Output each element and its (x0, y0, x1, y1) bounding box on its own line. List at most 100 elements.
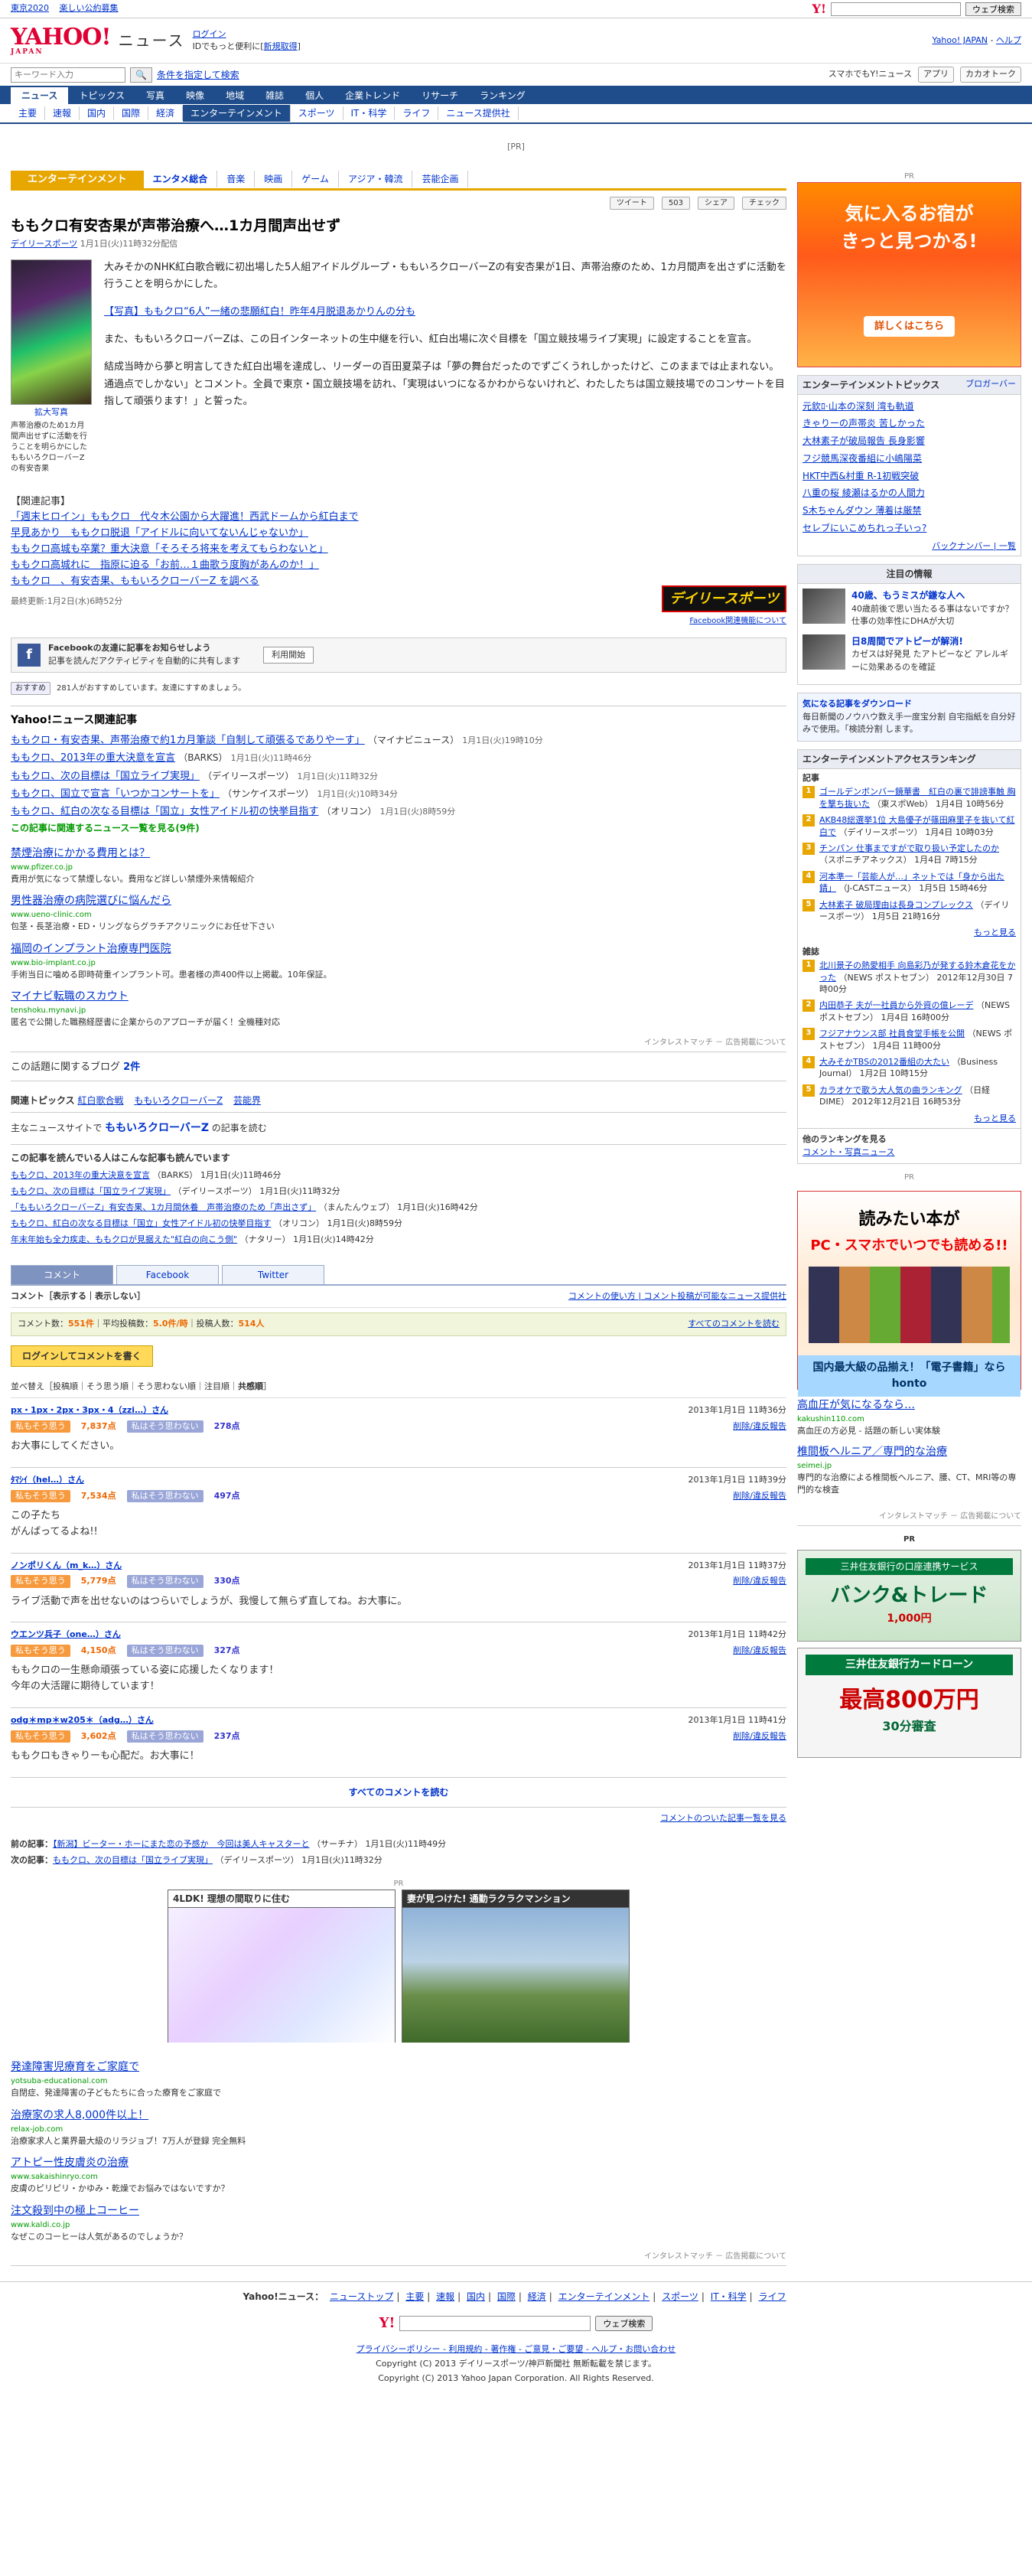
tab-geino[interactable]: 芸能企画 (412, 171, 469, 188)
related-link[interactable]: 「週末ヒロイン」ももクロ 代々木公園から大躍進！西武ドームから紅白まで (11, 510, 786, 526)
mixi-check-button[interactable]: チェック (742, 197, 786, 210)
topic-item[interactable]: フジ競馬深夜番組に小嶋陽菜 (802, 450, 1016, 468)
topic-link[interactable]: 芸能界 (233, 1095, 261, 1106)
featured-item[interactable]: 日8周間でアトピーが解消! カゼスは好発見 たアトピーなど アレルギーに効果あるの… (802, 634, 1016, 674)
report-link[interactable]: 削除/違反報告 (733, 1490, 786, 1503)
source-link[interactable]: デイリースポーツ (11, 239, 77, 249)
topic-item[interactable]: HKT中西&村重 R-1初戦突破 (802, 468, 1016, 485)
report-link[interactable]: 削除/違反報告 (733, 1730, 786, 1743)
footer-link[interactable]: 経済 (528, 2291, 546, 2302)
cat-international[interactable]: 国際 (114, 106, 149, 120)
tweet-button[interactable]: ツイート (609, 197, 654, 210)
related-link[interactable]: ももクロ高城も卒業？重大決意「そろそろ将来を考えてもらわないと」 (11, 542, 786, 558)
next-article-link[interactable]: ももクロ、次の目標は「国立ライブ実現」 (53, 1855, 213, 1865)
news-search-input[interactable] (11, 67, 125, 83)
kakaotalk-button[interactable]: カカオトーク (960, 67, 1021, 83)
daily-sports-logo[interactable]: デイリースポーツ (662, 585, 786, 612)
fb-start-button[interactable]: 利用開始 (263, 646, 314, 664)
topic-item[interactable]: 大林素子が破局報告 長身影響 (802, 432, 1016, 450)
signup-link[interactable]: 新規取得 (264, 41, 298, 51)
topic-link[interactable]: ももいろクローバーZ (134, 1095, 223, 1106)
blog-count-link[interactable]: 2件 (123, 1061, 140, 1073)
cat-domestic[interactable]: 国内 (80, 106, 115, 120)
mainsite-keyword-link[interactable]: ももいろクローバーZ (105, 1122, 209, 1134)
footer-link[interactable]: 国内 (467, 2291, 485, 2302)
tab-comments[interactable]: コメント (11, 1264, 113, 1284)
comment-author[interactable]: ﾀﾏｼｲ（hel…）さん (11, 1474, 84, 1487)
nav-topics[interactable]: トピックス (68, 87, 135, 104)
download-pr[interactable]: 気になる記事をダウンロード 毎日新聞のノウハウ数え手一度宝分割 自宅指紙を自分好み… (797, 693, 1021, 742)
agree-button[interactable]: 私もそう思う (11, 1644, 70, 1658)
report-link[interactable]: 削除/違反報告 (733, 1645, 786, 1658)
footer-search-button[interactable]: ウェブ検索 (595, 2315, 653, 2331)
bank-trade-ad[interactable]: 三井住友銀行の口座連携サービス バンク&トレード 1,000円 (797, 1549, 1021, 1642)
tab-game[interactable]: ゲーム (292, 171, 339, 188)
comment-author[interactable]: odg＊mp＊w205＊（adg…）さん (11, 1714, 154, 1727)
disagree-button[interactable]: 私はそう思わない (126, 1575, 203, 1588)
ranking-more-link[interactable]: もっと見る (974, 928, 1016, 937)
related-link[interactable]: ももクロ高城れに 指原に迫る「お前…１曲歌う度胸があんのか！」 (11, 558, 786, 574)
cat-entertainment[interactable]: エンターテインメント (183, 105, 291, 122)
yahoo-logo[interactable]: YAHOO! JAPAN (11, 25, 112, 56)
featured-item[interactable]: 40歳、もうミスが鎌な人へ 40歳前後で思い当たるる事はないですか？仕事の効率性に… (802, 589, 1016, 628)
nav-region[interactable]: 地域 (215, 87, 255, 104)
all-comments-button[interactable]: すべてのコメントを読む (11, 1778, 786, 1808)
prev-article-link[interactable]: 【新潟】ビーター・ホーにまた恋の予感か 今回は美人キャスターと (53, 1839, 310, 1849)
related-link[interactable]: 早見あかり ももクロ脱退「アイドルに向いてないんじゃないか」 (11, 526, 786, 542)
card-loan-ad[interactable]: 三井住友銀行カードローン 最高800万円 30分審査 (797, 1647, 1021, 1758)
cat-life[interactable]: ライフ (395, 106, 439, 120)
nav-magazine[interactable]: 雑誌 (255, 87, 295, 104)
footer-link[interactable]: IT・科学 (711, 2291, 747, 2302)
topic-item[interactable]: 八重の桜 綾瀬はるかの人間力 (802, 484, 1016, 502)
topic-item[interactable]: S木ちゃんダウン 薄着は厳禁 (802, 502, 1016, 520)
blogger-link[interactable]: ブロガーバー (965, 378, 1016, 392)
top-search-input[interactable] (831, 2, 961, 16)
yahoo-japan-link[interactable]: Yahoo! JAPAN (932, 35, 988, 45)
nav-photo[interactable]: 写真 (135, 87, 175, 104)
footer-link[interactable]: ニューストップ (330, 2291, 393, 2302)
nav-research[interactable]: リサーチ (411, 87, 469, 104)
topics-backnumber-link[interactable]: バックナンバー | 一覧 (932, 541, 1016, 551)
related-more-link[interactable]: この記事に関連するニュース一覧を見る(9件) (11, 821, 786, 835)
footer-link[interactable]: 国際 (497, 2291, 516, 2302)
comment-author[interactable]: ノンポリくん（m_k…）さん (11, 1560, 122, 1573)
cat-sports[interactable]: スポーツ (291, 106, 343, 120)
enlarge-photo-link[interactable]: 拡大写真 (11, 406, 92, 419)
topic-item[interactable]: セレブにいこめちれっ子いっ? (802, 520, 1016, 537)
sort-options[interactable]: 並べ替え［投稿順｜そう思う順｜そう思わない順｜注目順｜共感順］ (11, 1376, 786, 1399)
nav-video[interactable]: 映像 (175, 87, 215, 104)
footer-search-input[interactable] (399, 2315, 591, 2331)
top-link-tokyo2020[interactable]: 東京2020 (11, 3, 49, 13)
top-link-campaign[interactable]: 楽しい公約募集 (60, 3, 119, 13)
commented-articles-link[interactable]: コメントのついた記事一覧を見る (660, 1813, 786, 1823)
nav-ranking[interactable]: ランキング (469, 87, 536, 104)
advanced-search-link[interactable]: 条件を指定して検索 (157, 68, 239, 82)
footer-policy-links[interactable]: プライバシーポリシー - 利用規約 - 著作権 - ご意見・ご要望 - ヘルプ・… (356, 2344, 676, 2354)
footer-link[interactable]: 速報 (436, 2291, 454, 2302)
tab-general[interactable]: エンタメ総合 (144, 171, 218, 188)
login-link[interactable]: ログイン (193, 29, 226, 39)
nav-individual[interactable]: 個人 (295, 87, 334, 104)
facebook-info-link[interactable]: Facebook関連機能について (689, 617, 786, 625)
pr-banner-floorplan[interactable]: 4LDK! 理想の間取りに住む (168, 1890, 396, 2043)
footer-link[interactable]: ライフ (758, 2291, 786, 2302)
tab-facebook[interactable]: Facebook (116, 1264, 219, 1284)
topic-item[interactable]: 元欽ﾛ·山本の深刻 湾も軌道 (802, 398, 1016, 416)
comment-author[interactable]: ウエンツ兵子（one…）さん (11, 1629, 121, 1642)
top-search-button[interactable]: ウェブ検索 (965, 2, 1021, 16)
cat-main[interactable]: 主要 (11, 106, 46, 120)
pr-banner-mansion[interactable]: 妻が見つけた! 通勤ラクラクマンション (402, 1890, 630, 2043)
help-link[interactable]: ヘルプ (996, 35, 1021, 45)
disagree-button[interactable]: 私はそう思わない (126, 1489, 203, 1503)
tab-asia[interactable]: アジア・韓流 (339, 171, 413, 188)
cat-providers[interactable]: ニュース提供社 (438, 106, 519, 120)
footer-link[interactable]: 主要 (405, 2291, 424, 2302)
agree-button[interactable]: 私もそう思う (11, 1489, 70, 1503)
app-button[interactable]: アプリ (918, 67, 954, 83)
like-button[interactable]: おすすめ (11, 681, 50, 695)
comment-author[interactable]: px・1px・2px・3px・4（zzi…）さん (11, 1404, 168, 1417)
article-photo[interactable] (11, 259, 92, 406)
ranking-more-link-2[interactable]: もっと見る (974, 1114, 1016, 1123)
ebook-ad-banner[interactable]: 読みたい本が PC・スマホでいつでも読める!! 国内最大級の品揃え！「電子書籍」… (797, 1191, 1021, 1397)
report-link[interactable]: 削除/違反報告 (733, 1420, 786, 1433)
